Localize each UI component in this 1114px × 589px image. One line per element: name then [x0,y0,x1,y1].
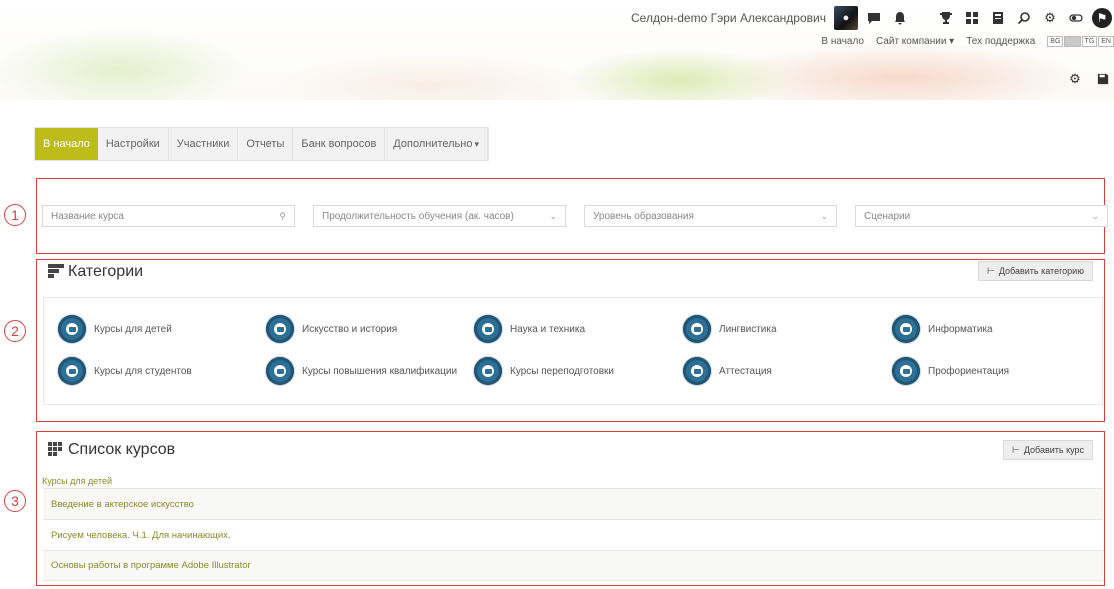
add-course-button[interactable]: ⊢ Добавить курс [1003,440,1094,460]
course-nav: В начало Настройки Участники Отчеты Банк… [34,127,489,161]
search-icon: ⚲ [279,210,286,221]
lang-bg[interactable]: BG [1047,36,1064,47]
add-category-label: Добавить категорию [998,266,1084,276]
book-icon[interactable] [988,8,1008,28]
course-item[interactable]: Введение в актерское искусство [43,488,1103,519]
tab-home[interactable]: В начало [35,128,98,160]
chevron-down-icon: ⌄ [549,210,557,221]
category-label: Курсы для студентов [94,365,192,377]
tab-settings[interactable]: Настройки [98,128,169,160]
category-label: Курсы переподготовки [510,365,615,377]
category-label: Аттестация [719,365,772,377]
course-item[interactable]: Рисуем человека. Ч.1. Для начинающих. [43,519,1103,550]
folder-icon [58,357,86,385]
folder-icon [58,315,86,343]
category-item[interactable]: Наука и техника [474,315,585,343]
link-home[interactable]: В начало [821,36,864,47]
category-label: Профориентация [928,365,1010,377]
category-item[interactable]: Лингвистика [683,315,777,343]
trophy-icon[interactable] [936,8,956,28]
course-name-search-input[interactable]: Название курса ⚲ [42,205,295,227]
categories-title: Категории [68,263,144,280]
categories-grid [43,297,1103,405]
lang-en[interactable]: EN [1098,36,1114,47]
scenarios-select[interactable]: Сценарии ⌄ [855,205,1108,227]
callout-2: 2 [4,320,26,342]
callout-1: 1 [4,204,26,226]
categories-heading: Категории [48,263,143,281]
category-label: Курсы для детей [94,323,172,335]
link-company-site[interactable]: Сайт компании [876,36,954,47]
category-item[interactable]: Курсы повышения квалификации [266,357,457,385]
category-label: Искусство и история [302,323,398,335]
contrast-toggle-icon[interactable] [1066,8,1086,28]
folder-icon [683,357,711,385]
category-item[interactable]: Профориентация [892,357,1009,385]
user-name[interactable]: Селдон-demo Гэри Александрович [631,11,826,25]
lang-ru[interactable]: RU [1064,36,1081,47]
category-label: Лингвистика [719,323,777,335]
category-item[interactable]: Курсы для детей [58,315,172,343]
folder-icon [266,315,294,343]
callout-3: 3 [4,490,26,512]
user-avatar[interactable]: ● [834,6,858,30]
messages-icon[interactable] [864,8,884,28]
folder-icon [892,315,920,343]
save-icon[interactable] [1096,72,1110,86]
settings-gear-icon[interactable]: ⚙ [1068,71,1082,86]
folder-icon [474,315,502,343]
folder-icon [892,357,920,385]
duration-select[interactable]: Продолжительность обучения (ак. часов) ⌄ [313,205,566,227]
tab-participants[interactable]: Участники [169,128,239,160]
chevron-down-icon: ⌄ [1091,210,1099,221]
add-category-icon: ⊢ [987,265,995,276]
folder-icon [474,357,502,385]
folder-icon [266,357,294,385]
accessibility-icon[interactable]: ⚑ [1092,8,1112,28]
lang-tg[interactable]: TG [1081,36,1098,47]
tab-reports[interactable]: Отчеты [238,128,294,160]
language-switcher: BG RU TG EN [1047,36,1114,47]
category-item[interactable]: Искусство и история [266,315,397,343]
category-label: Наука и техника [510,323,586,335]
tab-question-bank[interactable]: Банк вопросов [293,128,386,160]
categories-icon [48,263,64,281]
course-item[interactable]: Основы работы в программе Adobe Illustra… [43,550,1103,581]
chevron-down-icon: ⌄ [820,210,828,221]
add-category-button[interactable]: ⊢ Добавить категорию [978,261,1093,281]
tab-more[interactable]: Дополнительно [385,128,488,160]
category-label: Информатика [928,323,993,335]
category-item[interactable]: Информатика [892,315,993,343]
add-course-label: Добавить курс [1023,445,1085,455]
duration-select-value: Продолжительность обучения (ак. часов) [322,210,514,222]
grid-icon [48,441,64,459]
link-support[interactable]: Тех поддержка [966,36,1035,47]
category-label: Курсы повышения квалификации [302,365,458,377]
education-level-value: Уровень образования [593,210,694,222]
add-course-icon: ⊢ [1012,444,1020,455]
category-item[interactable]: Аттестация [683,357,772,385]
category-item[interactable]: Курсы для студентов [58,357,192,385]
courses-heading: Список курсов [48,441,175,459]
top-bar: Селдон-demo Гэри Александрович ● ⚙ ⚑ [631,6,1114,30]
course-filters: Название курса ⚲ Продолжительность обуче… [42,205,1108,227]
search-icon[interactable] [1014,8,1034,28]
education-level-select[interactable]: Уровень образования ⌄ [584,205,837,227]
course-category-link[interactable]: Курсы для детей [42,476,112,486]
dashboard-icon[interactable] [962,8,982,28]
gear-icon[interactable]: ⚙ [1040,8,1060,28]
course-name-placeholder: Название курса [51,210,124,222]
courses-title: Список курсов [68,441,176,458]
top-links: В начало Сайт компании Тех поддержка BG … [821,36,1114,47]
bell-icon[interactable] [890,8,910,28]
scenarios-value: Сценарии [864,210,911,222]
page-tools: ⚙ [1068,71,1110,86]
category-item[interactable]: Курсы переподготовки [474,357,614,385]
folder-icon [683,315,711,343]
